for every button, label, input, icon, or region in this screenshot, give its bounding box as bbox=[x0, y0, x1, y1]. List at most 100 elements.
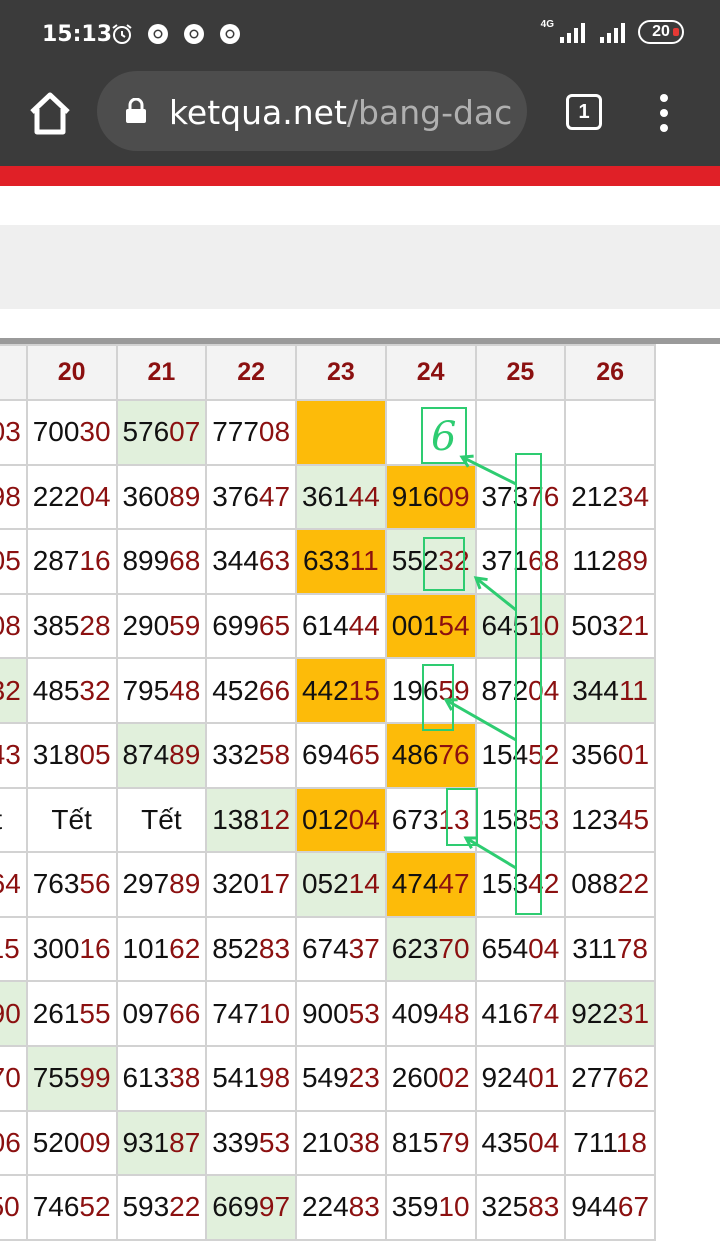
number-prefix: 356 bbox=[571, 739, 618, 771]
result-cell: 37376 bbox=[474, 463, 567, 531]
result-cell: 90053 bbox=[295, 980, 387, 1047]
number-last-two: 68 bbox=[528, 545, 560, 577]
number-prefix: 700 bbox=[32, 416, 80, 448]
result-cell: 74652 bbox=[25, 1174, 118, 1241]
table-row: 6210652009931873395321038815794350471118 bbox=[0, 1109, 656, 1177]
number-prefix: 153 bbox=[481, 868, 529, 900]
status-notification-icons bbox=[110, 22, 242, 46]
number-prefix: 763 bbox=[32, 868, 80, 900]
result-cell: 33470 bbox=[0, 1044, 28, 1112]
result-cell: 74710 bbox=[205, 980, 297, 1047]
number-prefix: 287 bbox=[32, 545, 80, 577]
ad-placeholder-bar bbox=[0, 225, 720, 309]
number-last-two: 47 bbox=[258, 480, 291, 512]
result-cell: 31805 bbox=[25, 721, 118, 789]
result-cell: 15342 bbox=[474, 851, 567, 918]
number-last-two: 45 bbox=[617, 803, 650, 835]
number-prefix: 332 bbox=[212, 739, 259, 771]
number-last-two: 16 bbox=[79, 545, 111, 577]
result-cell: 54198 bbox=[205, 1044, 297, 1112]
result-cell bbox=[564, 399, 656, 466]
number-prefix: 339 bbox=[212, 1126, 259, 1158]
result-cell: 92231 bbox=[564, 980, 656, 1047]
result-cell: 75599 bbox=[25, 1044, 118, 1112]
number-prefix: 711 bbox=[573, 1126, 616, 1158]
battery-level: 20 bbox=[652, 23, 670, 40]
number-prefix: 486 bbox=[391, 739, 439, 771]
number-last-two: 01 bbox=[617, 739, 650, 771]
column-header: 21 bbox=[115, 344, 208, 401]
number-last-two: 62 bbox=[617, 1062, 650, 1094]
table-row: 5359822204360893764736144916093737621234 bbox=[0, 463, 656, 531]
number-last-two: 34 bbox=[617, 480, 650, 512]
number-prefix: 552 bbox=[391, 545, 439, 577]
result-cell: 81579 bbox=[384, 1109, 477, 1177]
number-last-two: 04 bbox=[348, 803, 380, 835]
number-last-two: 23 bbox=[348, 1062, 380, 1094]
number-last-two: 30 bbox=[79, 416, 111, 448]
result-cell: 77708 bbox=[205, 399, 297, 466]
result-cell: 29059 bbox=[115, 592, 208, 660]
result-cell: 34411 bbox=[564, 657, 656, 724]
number-last-two: 74 bbox=[528, 997, 560, 1029]
number-prefix: 224 bbox=[301, 1191, 349, 1223]
result-cell: 62106 bbox=[0, 1109, 28, 1177]
result-cell bbox=[295, 399, 387, 466]
result-cell: 33258 bbox=[205, 721, 297, 789]
number-prefix: 373 bbox=[481, 480, 529, 512]
column-header: 24 bbox=[384, 344, 477, 401]
number-last-two: 44 bbox=[348, 480, 380, 512]
result-cell: 19843 bbox=[0, 721, 28, 789]
number-last-two: 90 bbox=[0, 997, 21, 1029]
tab-count: 1 bbox=[578, 100, 590, 123]
number-prefix: 376 bbox=[212, 480, 259, 512]
result-cell: 21038 bbox=[295, 1109, 387, 1177]
number-last-two: 01 bbox=[528, 1062, 560, 1094]
number-prefix: 613 bbox=[122, 1062, 170, 1094]
table-row: 40503700305760777708 bbox=[0, 399, 656, 466]
number-last-two: 79 bbox=[438, 1126, 470, 1158]
number-prefix: 755 bbox=[32, 1062, 80, 1094]
result-cell: 67313 bbox=[384, 786, 477, 854]
column-header: 26 bbox=[564, 344, 656, 401]
number-last-two: 08 bbox=[258, 416, 291, 448]
result-cell: 69465 bbox=[295, 721, 387, 789]
result-cell: 36144 bbox=[295, 463, 387, 531]
number-last-two: 83 bbox=[528, 1191, 560, 1223]
signal-icon bbox=[560, 23, 585, 43]
number-prefix: 746 bbox=[32, 1191, 80, 1223]
number-last-two: 83 bbox=[348, 1191, 380, 1223]
number-last-two: 32 bbox=[438, 545, 470, 577]
special-prize-table: 1920212223242526405037003057607777085359… bbox=[0, 344, 656, 1241]
result-cell: 63311 bbox=[295, 528, 387, 595]
tab-switcher-button[interactable]: 1 bbox=[566, 94, 602, 130]
results-table: 1920212223242526405037003057607777085359… bbox=[0, 344, 720, 1243]
result-cell: 32583 bbox=[474, 1174, 567, 1241]
number-prefix: 474 bbox=[391, 868, 439, 900]
number-last-two: 83 bbox=[258, 933, 291, 965]
number-last-two: 55 bbox=[79, 997, 111, 1029]
result-cell: 67437 bbox=[295, 915, 387, 983]
number-prefix: 012 bbox=[301, 803, 349, 835]
result-cell: Tết bbox=[115, 786, 208, 854]
number-prefix: 924 bbox=[481, 1062, 529, 1094]
overflow-menu-icon[interactable] bbox=[650, 92, 678, 134]
result-cell: 40503 bbox=[0, 399, 28, 466]
number-last-two: 66 bbox=[169, 997, 201, 1029]
status-bar: 15:13 4G 20 bbox=[0, 0, 720, 70]
number-prefix: 344 bbox=[212, 545, 259, 577]
result-cell: 15452 bbox=[474, 721, 567, 789]
number-prefix: 694 bbox=[301, 739, 349, 771]
result-cell: 36089 bbox=[115, 463, 208, 531]
result-cell: 13812 bbox=[205, 786, 297, 854]
number-prefix: 795 bbox=[122, 674, 170, 706]
table-row: 2443248532795484526644215196598720434411 bbox=[0, 657, 656, 724]
home-icon[interactable] bbox=[22, 88, 78, 138]
address-bar[interactable]: ketqua.net/bang-dac bbox=[97, 71, 527, 151]
number-prefix: 674 bbox=[301, 933, 349, 965]
number-last-two: 76 bbox=[528, 480, 560, 512]
result-cell: 53598 bbox=[0, 463, 28, 531]
number-prefix: 944 bbox=[571, 1191, 618, 1223]
result-cell: 81150 bbox=[0, 1174, 28, 1241]
result-cell: 47447 bbox=[384, 851, 477, 918]
